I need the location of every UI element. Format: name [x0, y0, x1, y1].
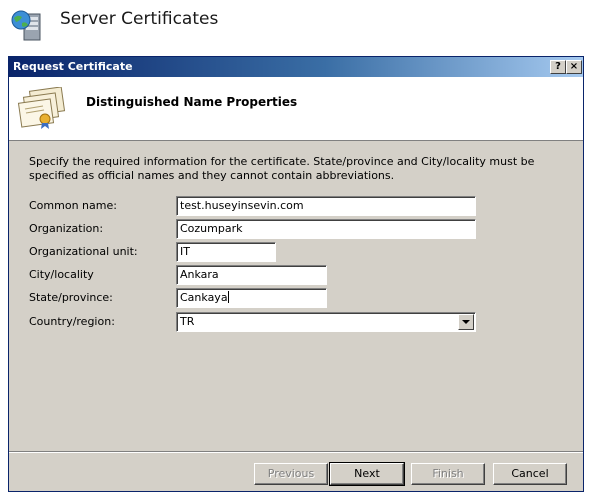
city-locality-label: City/locality: [29, 268, 94, 281]
dialog-banner: Distinguished Name Properties: [9, 77, 583, 141]
common-name-label: Common name:: [29, 199, 117, 212]
country-region-label: Country/region:: [29, 315, 115, 328]
common-name-input[interactable]: test.huseyinsevin.com: [176, 196, 476, 216]
organizational-unit-input[interactable]: IT: [176, 242, 276, 262]
country-region-select[interactable]: TR: [176, 312, 476, 332]
organizational-unit-label: Organizational unit:: [29, 245, 138, 258]
request-certificate-dialog: Request Certificate ? × Distinguished Na…: [8, 56, 584, 492]
organization-input[interactable]: Cozumpark: [176, 219, 476, 239]
dialog-titlebar[interactable]: Request Certificate ? ×: [9, 57, 583, 77]
city-locality-input[interactable]: Ankara: [176, 265, 327, 285]
text-caret: [227, 291, 229, 303]
dialog-heading: Distinguished Name Properties: [86, 95, 298, 109]
organization-label: Organization:: [29, 222, 104, 235]
finish-button[interactable]: Finish: [411, 463, 485, 485]
cancel-button[interactable]: Cancel: [493, 463, 567, 485]
next-button[interactable]: Next: [329, 462, 405, 486]
state-province-value: Cankaya: [180, 291, 228, 304]
chevron-down-icon[interactable]: [458, 314, 474, 330]
button-separator: [9, 451, 583, 453]
state-province-label: State/province:: [29, 291, 113, 304]
dialog-title: Request Certificate: [13, 60, 133, 73]
certificate-icon: [17, 87, 66, 129]
server-icon: [11, 10, 41, 41]
instructions-text: Specify the required information for the…: [29, 155, 535, 182]
page-title: Server Certificates: [60, 9, 219, 29]
page-header: Server Certificates: [0, 0, 590, 50]
help-button[interactable]: ?: [550, 60, 566, 74]
country-region-value: TR: [180, 315, 195, 328]
close-button[interactable]: ×: [566, 60, 582, 74]
state-province-input[interactable]: Cankaya: [176, 288, 327, 308]
previous-button[interactable]: Previous: [254, 463, 328, 485]
